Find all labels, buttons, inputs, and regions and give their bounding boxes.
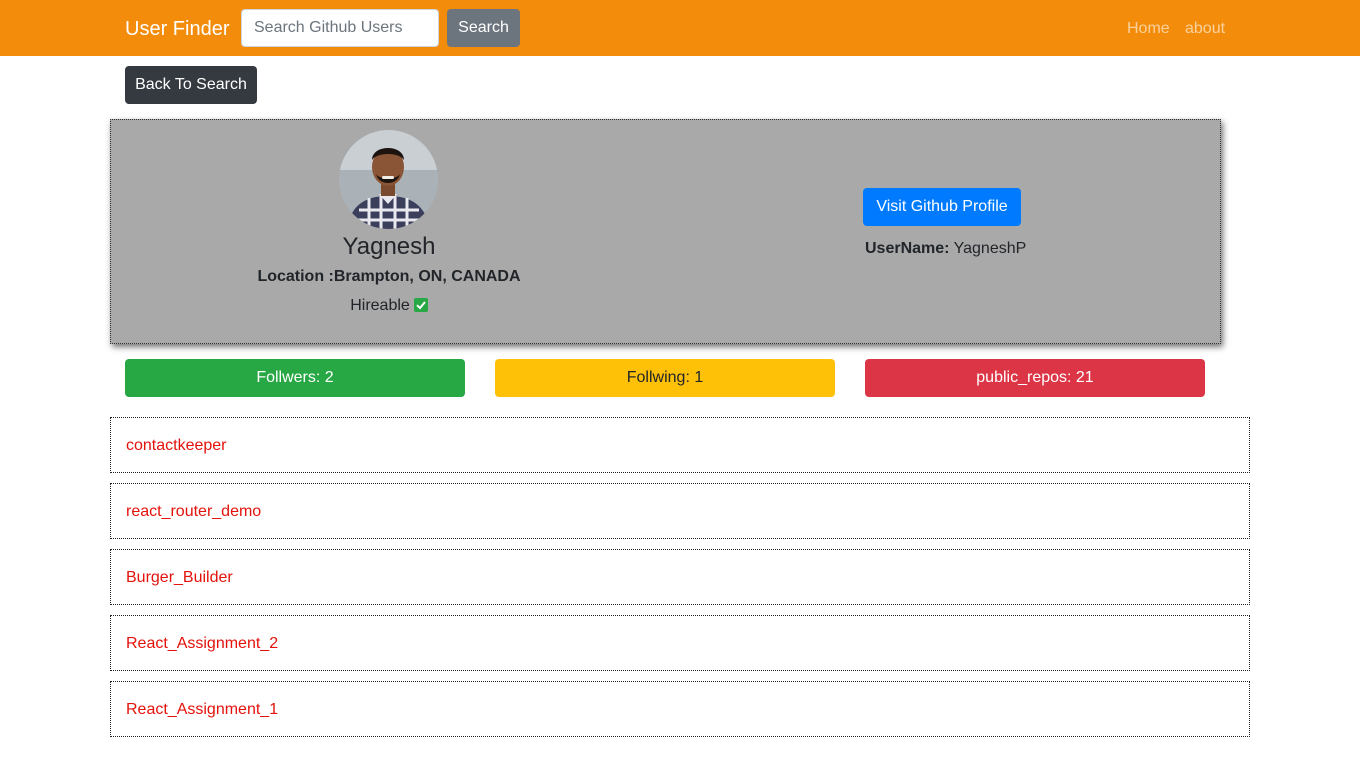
visit-github-profile-button[interactable]: Visit Github Profile: [863, 188, 1021, 226]
search-button[interactable]: Search: [447, 9, 520, 47]
user-name: Yagnesh: [342, 233, 436, 260]
following-badge: Follwing: 1: [495, 359, 835, 397]
repo-link[interactable]: contactkeeper: [126, 437, 227, 455]
avatar: [339, 130, 438, 229]
nav-link-home[interactable]: Home: [1127, 19, 1170, 39]
username-label: UserName:: [865, 240, 950, 257]
repo-link[interactable]: React_Assignment_2: [126, 635, 278, 653]
repo-link[interactable]: React_Assignment_1: [126, 701, 278, 719]
hireable-label: Hireable: [350, 297, 410, 314]
check-icon: [413, 298, 428, 312]
repo-item: React_Assignment_1: [110, 681, 1250, 737]
public-repos-badge: public_repos: 21: [865, 359, 1205, 397]
location-label: Location :: [257, 268, 334, 285]
followers-badge: Follwers: 2: [125, 359, 465, 397]
brand-title[interactable]: User Finder: [125, 17, 229, 41]
repo-item: React_Assignment_2: [110, 615, 1250, 671]
repo-item: contactkeeper: [110, 417, 1250, 473]
profile-card: Yagnesh Location :Brampton, ON, CANADA H…: [110, 119, 1221, 344]
navbar: User Finder Search Home about: [0, 0, 1360, 56]
repo-link[interactable]: react_router_demo: [126, 503, 261, 521]
back-to-search-button[interactable]: Back To Search: [125, 66, 257, 104]
hireable-status: Hireable: [111, 297, 667, 315]
avatar-image: [339, 130, 438, 229]
username-row: UserName: YagneshP: [865, 240, 1026, 258]
username-value: YagneshP: [953, 240, 1027, 257]
search-input[interactable]: [241, 9, 439, 47]
repo-item: Burger_Builder: [110, 549, 1250, 605]
repo-item: react_router_demo: [110, 483, 1250, 539]
nav-link-about[interactable]: about: [1185, 19, 1225, 39]
user-location: Location :Brampton, ON, CANADA: [111, 268, 667, 286]
location-value: Brampton, ON, CANADA: [333, 268, 521, 285]
repo-link[interactable]: Burger_Builder: [126, 569, 233, 587]
